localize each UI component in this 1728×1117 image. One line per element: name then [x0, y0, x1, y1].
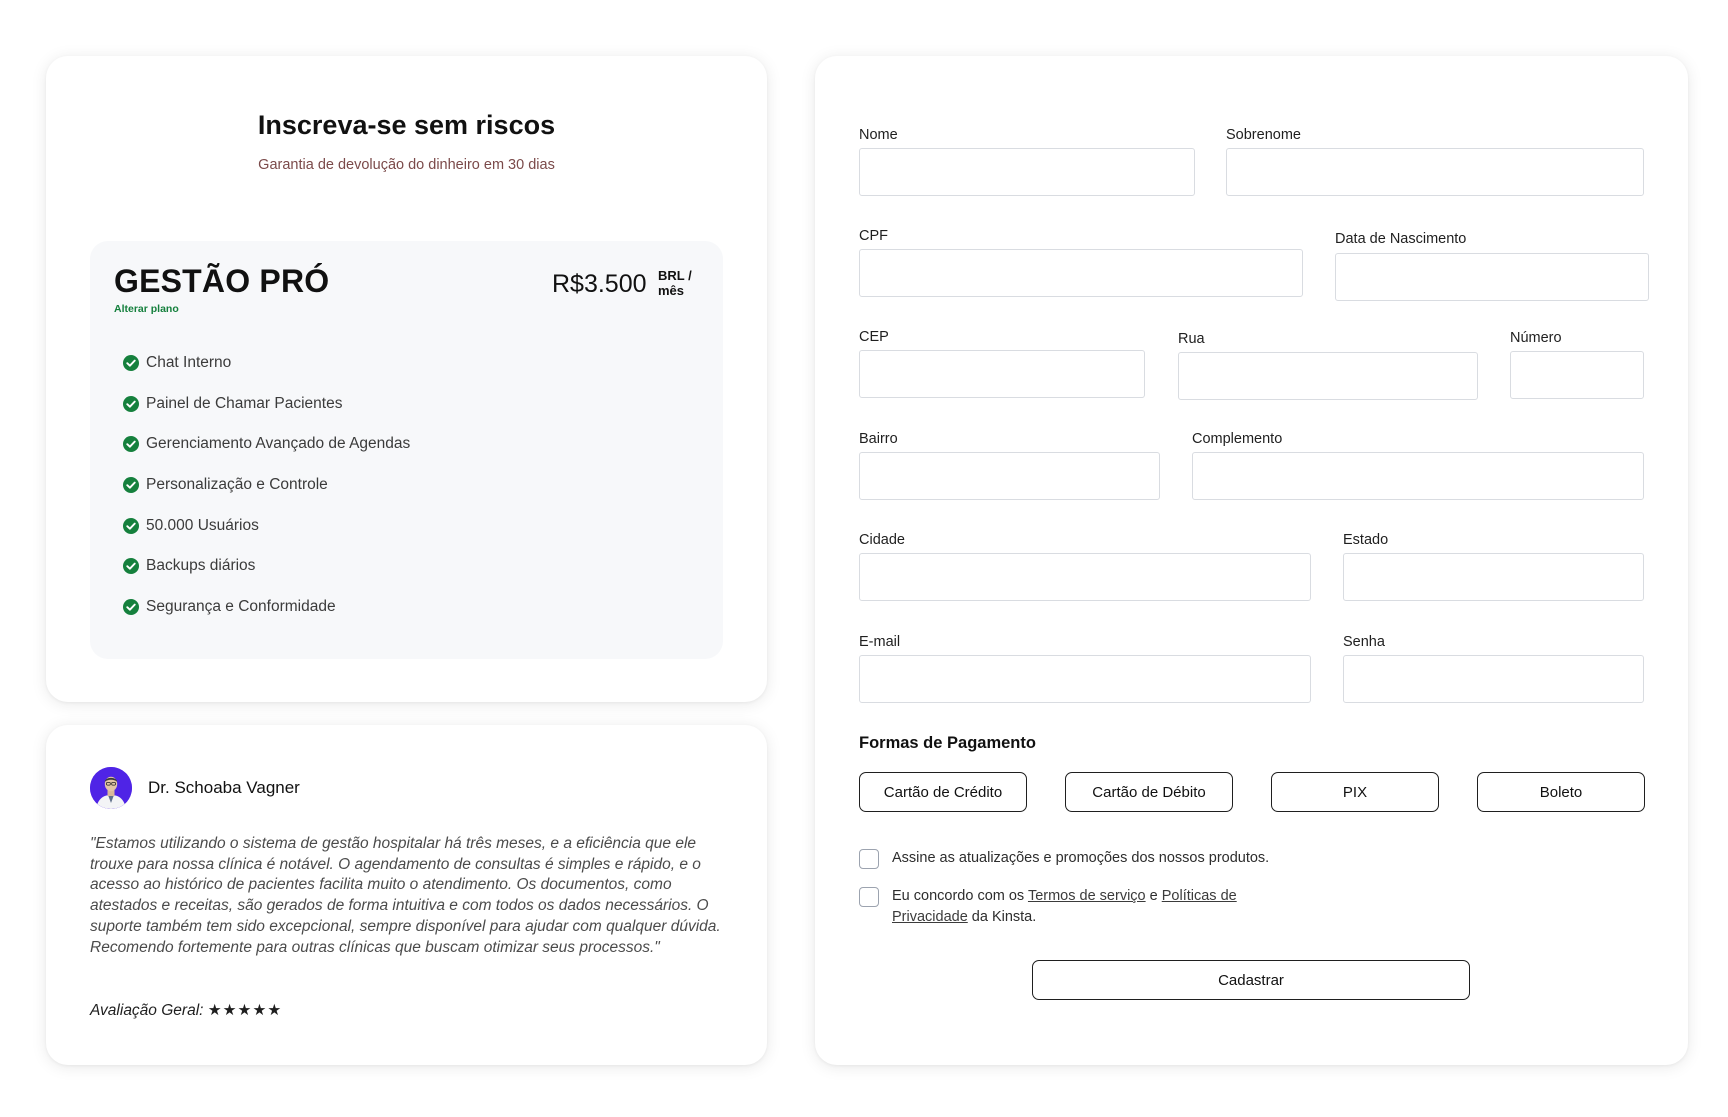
feature-item: Backups diários — [123, 556, 410, 576]
newsletter-checkbox[interactable] — [859, 849, 879, 869]
cpf-input[interactable] — [859, 249, 1303, 297]
rua-label: Rua — [1178, 331, 1205, 347]
check-circle-icon — [123, 355, 139, 371]
sobrenome-label: Sobrenome — [1226, 127, 1301, 143]
feature-label: Segurança e Conformidade — [146, 598, 336, 616]
terms-suffix: da Kinsta. — [967, 908, 1037, 925]
payment-section-title: Formas de Pagamento — [859, 734, 1036, 752]
pix-button[interactable]: PIX — [1271, 772, 1439, 812]
feature-label: Backups diários — [146, 557, 256, 575]
debit-card-button[interactable]: Cartão de Débito — [1065, 772, 1233, 812]
signup-form: Nome Sobrenome CPF Data de Nascimento CE… — [815, 56, 1688, 1065]
estado-label: Estado — [1343, 532, 1389, 548]
check-circle-icon — [123, 436, 139, 453]
sobrenome-input[interactable] — [1226, 148, 1644, 196]
complemento-input[interactable] — [1192, 452, 1644, 500]
numero-label: Número — [1510, 330, 1562, 346]
terms-of-service-link[interactable]: Termos de serviço — [1028, 888, 1146, 904]
overall-rating: Avaliação Geral: ★★★★★ — [90, 1001, 282, 1020]
cidade-label: Cidade — [859, 532, 905, 548]
reviewer-name: Dr. Schoaba Vagner — [148, 778, 300, 797]
testimonial-quote: "Estamos utilizando o sistema de gestão … — [90, 835, 721, 956]
birthdate-input[interactable] — [1335, 253, 1649, 301]
estado-input[interactable] — [1343, 553, 1644, 601]
feature-label: Chat Interno — [146, 354, 232, 371]
senha-input[interactable] — [1343, 655, 1644, 703]
bairro-input[interactable] — [859, 452, 1160, 500]
feature-item: Painel de Chamar Pacientes — [123, 394, 410, 414]
credit-card-button[interactable]: Cartão de Crédito — [859, 772, 1027, 812]
plan-heading: Inscreva-se sem riscos — [257, 110, 556, 140]
nome-label: Nome — [859, 127, 898, 143]
cep-input[interactable] — [859, 350, 1145, 398]
check-circle-icon — [123, 558, 139, 575]
email-label: E-mail — [859, 634, 901, 650]
cpf-label: CPF — [859, 228, 888, 244]
terms-checkbox[interactable] — [859, 887, 879, 907]
feature-label: Gerenciamento Avançado de Agendas — [146, 435, 411, 453]
feature-label: Personalização e Controle — [146, 476, 328, 494]
plan-subtitle: Garantia de devolução do dinheiro em 30 … — [258, 157, 555, 173]
plan-summary: GESTÃO PRÓ Alterar plano R$3.500 BRL / m… — [90, 241, 723, 659]
feature-item: Gerenciamento Avançado de Agendas — [123, 434, 410, 454]
check-circle-icon — [123, 517, 139, 534]
feature-item: Chat Interno — [123, 353, 410, 373]
complemento-label: Complemento — [1192, 431, 1283, 447]
plan-card: Inscreva-se sem riscos Garantia de devol… — [46, 56, 767, 702]
star-rating-icon: ★★★★★ — [207, 1002, 283, 1019]
terms-middle: e — [1145, 888, 1162, 904]
feature-label: Painel de Chamar Pacientes — [146, 394, 343, 412]
plan-period: BRL / mês — [658, 268, 692, 298]
check-circle-icon — [123, 599, 139, 616]
terms-prefix: Eu concordo com os — [892, 888, 1028, 904]
rua-input[interactable] — [1178, 352, 1478, 400]
cep-label: CEP — [859, 329, 889, 345]
testimonial-card: Dr. Schoaba Vagner "Estamos utilizando o… — [46, 725, 767, 1065]
numero-input[interactable] — [1510, 351, 1644, 399]
plan-name: GESTÃO PRÓ — [114, 263, 330, 299]
birthdate-label: Data de Nascimento — [1335, 231, 1467, 247]
check-circle-icon — [123, 395, 139, 412]
check-circle-icon — [123, 477, 139, 494]
senha-label: Senha — [1343, 634, 1385, 650]
submit-button[interactable]: Cadastrar — [1032, 960, 1470, 1000]
doctor-avatar-icon — [90, 767, 132, 809]
bairro-label: Bairro — [859, 431, 898, 447]
newsletter-label: Assine as atualizações e promoções dos n… — [892, 850, 1270, 866]
change-plan-link[interactable]: Alterar plano — [114, 303, 179, 315]
plan-price: R$3.500 — [552, 270, 647, 298]
cidade-input[interactable] — [859, 553, 1311, 601]
boleto-button[interactable]: Boleto — [1477, 772, 1645, 812]
feature-item: Personalização e Controle — [123, 475, 410, 495]
rating-label: Avaliação Geral: — [90, 1002, 204, 1019]
feature-item: Segurança e Conformidade — [123, 597, 410, 617]
avatar — [90, 767, 132, 809]
nome-input[interactable] — [859, 148, 1195, 196]
terms-label: Eu concordo com os Termos de serviço e P… — [892, 886, 1272, 927]
feature-label: 50.000 Usuários — [146, 516, 259, 534]
email-input[interactable] — [859, 655, 1311, 703]
feature-item: 50.000 Usuários — [123, 516, 410, 536]
feature-list: Chat Interno Painel de Chamar Pacientes … — [123, 353, 410, 638]
